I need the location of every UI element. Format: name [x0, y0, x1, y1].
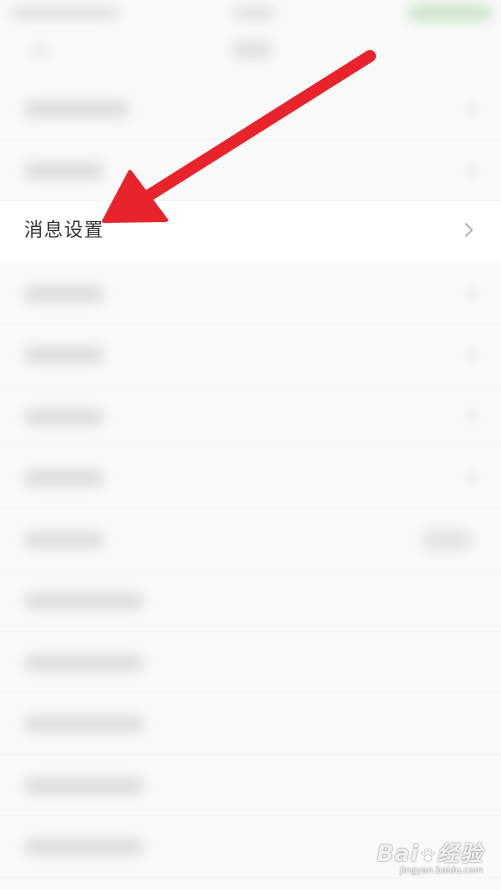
watermark-logo-right: 经验: [436, 842, 483, 867]
settings-item-label: 消息设置: [24, 219, 105, 241]
settings-item-blurred[interactable]: [0, 78, 501, 140]
blurred-chevron-icon: [467, 102, 477, 116]
settings-item-blurred[interactable]: [0, 324, 501, 386]
settings-item-blurred[interactable]: [0, 447, 501, 509]
blurred-item-label: [24, 715, 144, 733]
blurred-item-label: [24, 469, 104, 487]
settings-item-blurred[interactable]: [0, 632, 501, 694]
blurred-page-title: [232, 40, 272, 60]
settings-item-blurred[interactable]: [0, 140, 501, 202]
blurred-status-right: [408, 5, 492, 21]
baidu-watermark: Bai 经验 jingyan.baidu.com: [377, 836, 483, 876]
settings-item-blurred[interactable]: [0, 509, 501, 571]
settings-item-blurred[interactable]: [0, 570, 501, 632]
blurred-item-label: [24, 346, 104, 364]
watermark-logo-left: Bai: [376, 842, 419, 867]
blurred-chevron-icon: [467, 409, 477, 424]
blurred-item-label: [24, 838, 144, 856]
blurred-chevron-icon: [467, 348, 477, 362]
blurred-item-label: [24, 653, 144, 672]
blurred-item-label: [24, 100, 129, 118]
settings-item-blurred[interactable]: [0, 755, 501, 817]
settings-item-blurred[interactable]: [0, 386, 501, 448]
settings-item-blurred[interactable]: [0, 693, 501, 755]
blurred-status-center: [232, 6, 276, 20]
blurred-back-button[interactable]: [30, 44, 50, 58]
settings-item-message[interactable]: 消息设置: [0, 201, 501, 263]
blurred-item-label: [24, 776, 144, 795]
settings-list: 消息设置: [0, 78, 501, 878]
top-bar: [0, 0, 501, 80]
blurred-item-label: [24, 592, 144, 610]
paw-icon: [421, 848, 435, 862]
blurred-item-label: [24, 161, 104, 180]
blurred-value-pill: [421, 528, 473, 551]
chevron-right-icon: [465, 223, 473, 237]
blurred-status-left: [10, 6, 120, 20]
settings-screen: 消息设置 Bai 经验 jingyan.baidu.com: [0, 0, 501, 890]
blurred-chevron-icon: [467, 163, 477, 178]
blurred-chevron-icon: [467, 471, 477, 485]
blurred-item-label: [24, 284, 104, 303]
settings-item-blurred[interactable]: [0, 263, 501, 325]
blurred-chevron-icon: [467, 286, 477, 301]
blurred-item-label: [24, 530, 104, 549]
blurred-item-label: [24, 407, 104, 426]
watermark-logo: Bai 经验: [377, 836, 483, 868]
